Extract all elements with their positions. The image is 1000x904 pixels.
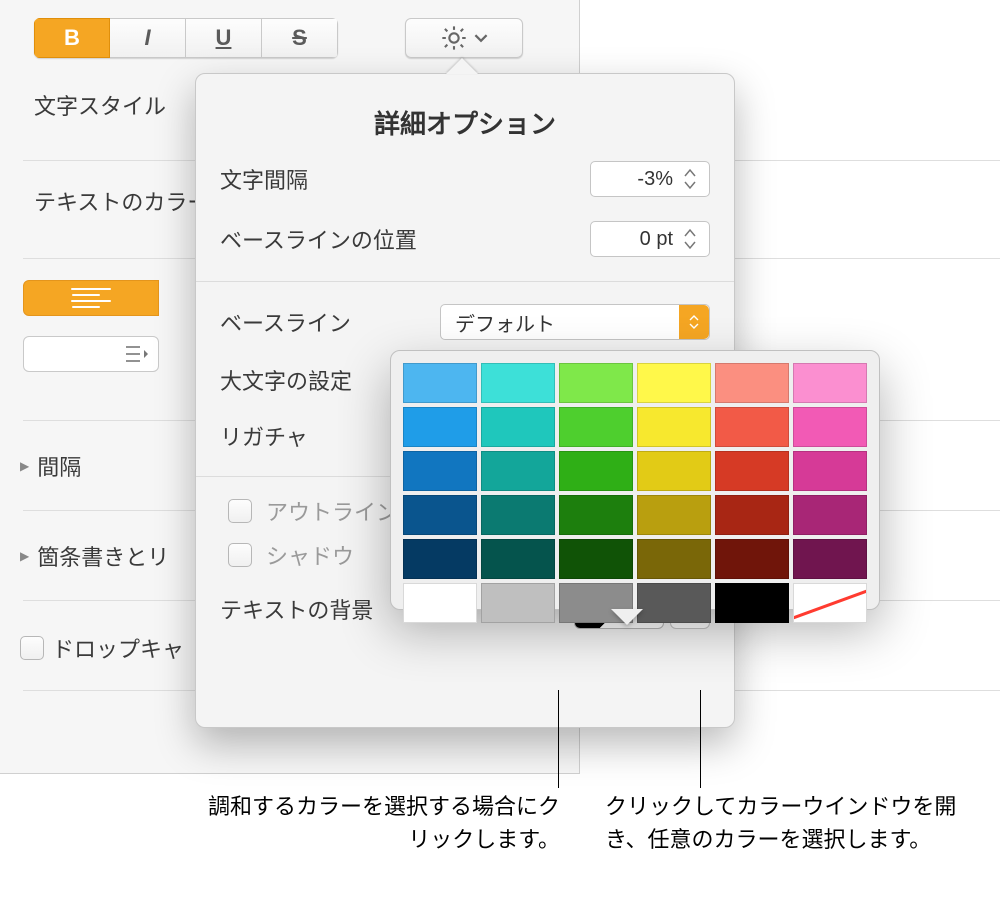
popover-arrow bbox=[446, 58, 478, 74]
strike-button[interactable]: S bbox=[262, 18, 338, 58]
color-swatch[interactable] bbox=[637, 451, 711, 491]
color-swatch[interactable] bbox=[637, 407, 711, 447]
color-swatch[interactable] bbox=[793, 451, 867, 491]
color-swatch[interactable] bbox=[403, 363, 477, 403]
color-swatch[interactable] bbox=[481, 451, 555, 491]
outline-label: アウトライン bbox=[266, 495, 398, 527]
color-swatch[interactable] bbox=[793, 363, 867, 403]
chevron-right-icon: ▶ bbox=[20, 459, 29, 473]
color-swatch[interactable] bbox=[481, 363, 555, 403]
color-swatch[interactable] bbox=[481, 407, 555, 447]
shadow-checkbox[interactable] bbox=[228, 543, 252, 567]
chevron-down-icon bbox=[474, 31, 488, 45]
stepper-icon[interactable] bbox=[683, 168, 703, 190]
color-swatch[interactable] bbox=[403, 583, 477, 623]
color-swatch[interactable] bbox=[637, 583, 711, 623]
char-spacing-value: -3% bbox=[637, 168, 683, 191]
bold-button[interactable]: B bbox=[34, 18, 110, 58]
color-swatch[interactable] bbox=[793, 495, 867, 535]
spacing-section[interactable]: ▶ 間隔 bbox=[20, 450, 81, 482]
color-swatch[interactable] bbox=[637, 495, 711, 535]
divider bbox=[196, 281, 734, 282]
char-spacing-label: 文字間隔 bbox=[220, 163, 308, 195]
swatch-grid bbox=[403, 363, 867, 623]
color-swatch[interactable] bbox=[715, 363, 789, 403]
color-swatch[interactable] bbox=[637, 363, 711, 403]
color-swatch[interactable] bbox=[715, 451, 789, 491]
color-swatch[interactable] bbox=[793, 539, 867, 579]
caps-label: 大文字の設定 bbox=[220, 364, 352, 396]
color-swatch[interactable] bbox=[793, 407, 867, 447]
color-swatch[interactable] bbox=[559, 407, 633, 447]
color-swatch[interactable] bbox=[715, 495, 789, 535]
color-swatch[interactable] bbox=[715, 583, 789, 623]
color-swatch[interactable] bbox=[403, 495, 477, 535]
list-icon bbox=[126, 345, 148, 363]
char-spacing-field[interactable]: -3% bbox=[590, 161, 710, 197]
gear-icon bbox=[440, 24, 468, 52]
baseline-label: ベースライン bbox=[220, 306, 351, 338]
color-swatch[interactable] bbox=[559, 451, 633, 491]
advanced-options-button[interactable] bbox=[405, 18, 523, 58]
baseline-pos-label: ベースラインの位置 bbox=[220, 223, 417, 255]
spacing-label: 間隔 bbox=[37, 450, 81, 482]
dropcap-checkbox[interactable] bbox=[20, 636, 44, 660]
color-swatch[interactable] bbox=[559, 363, 633, 403]
popover-arrow bbox=[611, 609, 643, 625]
baseline-value: デフォルト bbox=[455, 308, 555, 337]
text-bg-label: テキストの背景 bbox=[220, 593, 373, 625]
callout-right: クリックしてカラーウインドウを開き、任意のカラーを選択します。 bbox=[605, 790, 975, 856]
ligature-label: リガチャ bbox=[220, 420, 308, 452]
text-style-toolbar: B I U S bbox=[34, 18, 338, 58]
color-swatch[interactable] bbox=[559, 495, 633, 535]
popover-title: 詳細オプション bbox=[196, 104, 734, 141]
italic-button[interactable]: I bbox=[110, 18, 186, 58]
baseline-pos-value: 0 pt bbox=[640, 228, 683, 251]
select-arrows-icon bbox=[679, 305, 709, 339]
color-swatch[interactable] bbox=[715, 539, 789, 579]
stepper-icon[interactable] bbox=[683, 228, 703, 250]
color-swatch[interactable] bbox=[403, 539, 477, 579]
style-segment: B I U S bbox=[34, 18, 338, 58]
color-swatch[interactable] bbox=[403, 451, 477, 491]
color-swatch[interactable] bbox=[481, 539, 555, 579]
align-left-icon bbox=[24, 281, 158, 315]
color-swatch[interactable] bbox=[637, 539, 711, 579]
color-swatch[interactable] bbox=[559, 539, 633, 579]
dropcap-row[interactable]: ドロップキャ bbox=[20, 632, 184, 664]
color-swatch[interactable] bbox=[481, 495, 555, 535]
shadow-label: シャドウ bbox=[266, 539, 354, 571]
bullets-section[interactable]: ▶ 箇条書きとリ bbox=[20, 540, 169, 572]
align-left-button[interactable] bbox=[23, 280, 159, 316]
outline-checkbox[interactable] bbox=[228, 499, 252, 523]
bullets-label: 箇条書きとリ bbox=[37, 540, 169, 572]
color-swatch[interactable] bbox=[403, 407, 477, 447]
callout-left: 調和するカラーを選択する場合にクリックします。 bbox=[200, 790, 560, 856]
color-swatch[interactable] bbox=[481, 583, 555, 623]
no-color-swatch[interactable] bbox=[793, 583, 867, 623]
baseline-pos-field[interactable]: 0 pt bbox=[590, 221, 710, 257]
dropcap-label: ドロップキャ bbox=[52, 632, 184, 664]
chevron-right-icon: ▶ bbox=[20, 549, 29, 563]
text-color-label: テキストのカラー bbox=[34, 185, 214, 217]
baseline-select[interactable]: デフォルト bbox=[440, 304, 710, 340]
callout-line bbox=[700, 690, 701, 788]
color-palette-popover bbox=[390, 350, 880, 610]
list-indent-button[interactable] bbox=[23, 336, 159, 372]
underline-button[interactable]: U bbox=[186, 18, 262, 58]
color-swatch[interactable] bbox=[715, 407, 789, 447]
char-style-label: 文字スタイル bbox=[34, 89, 214, 121]
callout-line bbox=[558, 690, 559, 788]
